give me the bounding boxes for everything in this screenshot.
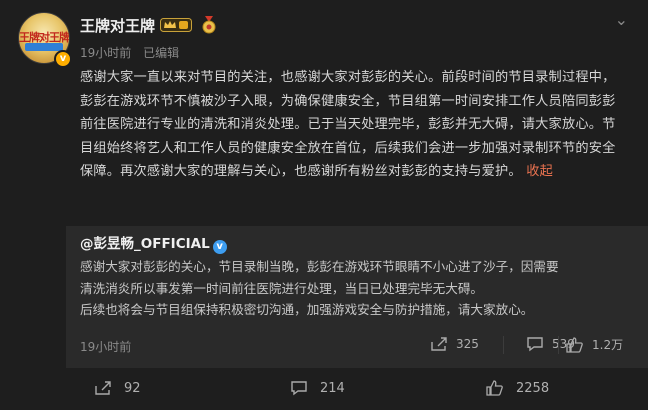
comment-button[interactable]: 214 [290,380,345,396]
post-text-content: 感谢大家一直以来对节目的关注，也感谢大家对彭彭的关心。前段时间的节目录制过程中，… [80,70,616,179]
repost-share-count: 325 [456,337,479,351]
comment-count: 214 [320,380,345,396]
thumbs-up-icon [566,336,583,353]
share-icon [431,337,447,351]
repost-user[interactable]: @彭昱畅_OFFICIAL v [80,232,227,254]
medal-icon[interactable] [202,16,216,34]
crown-level-badge-icon[interactable] [160,17,192,33]
comment-icon [527,337,543,352]
avatar-band [25,43,63,51]
divider [558,336,559,354]
repost-text-line: 后续也将会与节目组保持积极密切沟通，加强游戏安全与防护措施，请大家放心。 [80,302,534,317]
repost-time[interactable]: 19小时前 [80,338,131,355]
post-author-name[interactable]: 王牌对王牌 [80,15,155,36]
share-icon [95,381,111,395]
collapse-link[interactable]: 收起 [526,164,553,179]
thumbs-up-icon [486,380,503,396]
repost-share-button[interactable]: 325 [430,336,479,352]
repost-text-line: 感谢大家对彭彭的关心，节目录制当晚，彭彭在游戏环节眼睛不小心进了沙子，因需要 [80,259,559,274]
post-meta: 19小时前 已编辑 [80,44,179,61]
verified-badge-icon: v [54,50,72,68]
more-options-icon[interactable]: ⌄ [615,10,628,29]
divider [503,336,504,354]
post-time[interactable]: 19小时前 [80,46,131,60]
comment-icon [291,381,307,396]
repost-like-count: 1.2万 [592,338,624,352]
like-button[interactable]: 2258 [486,380,549,396]
repost-like-button[interactable]: 1.2万 [566,336,623,353]
post-text: 感谢大家一直以来对节目的关注，也感谢大家对彭彭的关心。前段时间的节目录制过程中，… [80,66,625,184]
verified-blue-badge-icon: v [212,240,227,254]
like-count: 2258 [516,380,550,396]
repost-text-line: 清洗消炎所以事发第一时间前往医院进行处理，当日已处理完毕无大碍。 [80,280,483,296]
share-button[interactable]: 92 [94,380,141,396]
edited-label[interactable]: 已编辑 [143,46,179,60]
repost-user-name[interactable]: @彭昱畅_OFFICIAL [80,236,210,252]
repost-text: 感谢大家对彭彭的关心，节目录制当晚，彭彭在游戏环节眼睛不小心进了沙子，因需要 清… [80,256,625,321]
share-count: 92 [124,380,141,396]
repost-card[interactable]: @彭昱畅_OFFICIAL v 感谢大家对彭彭的关心，节目录制当晚，彭彭在游戏环节… [66,226,648,368]
